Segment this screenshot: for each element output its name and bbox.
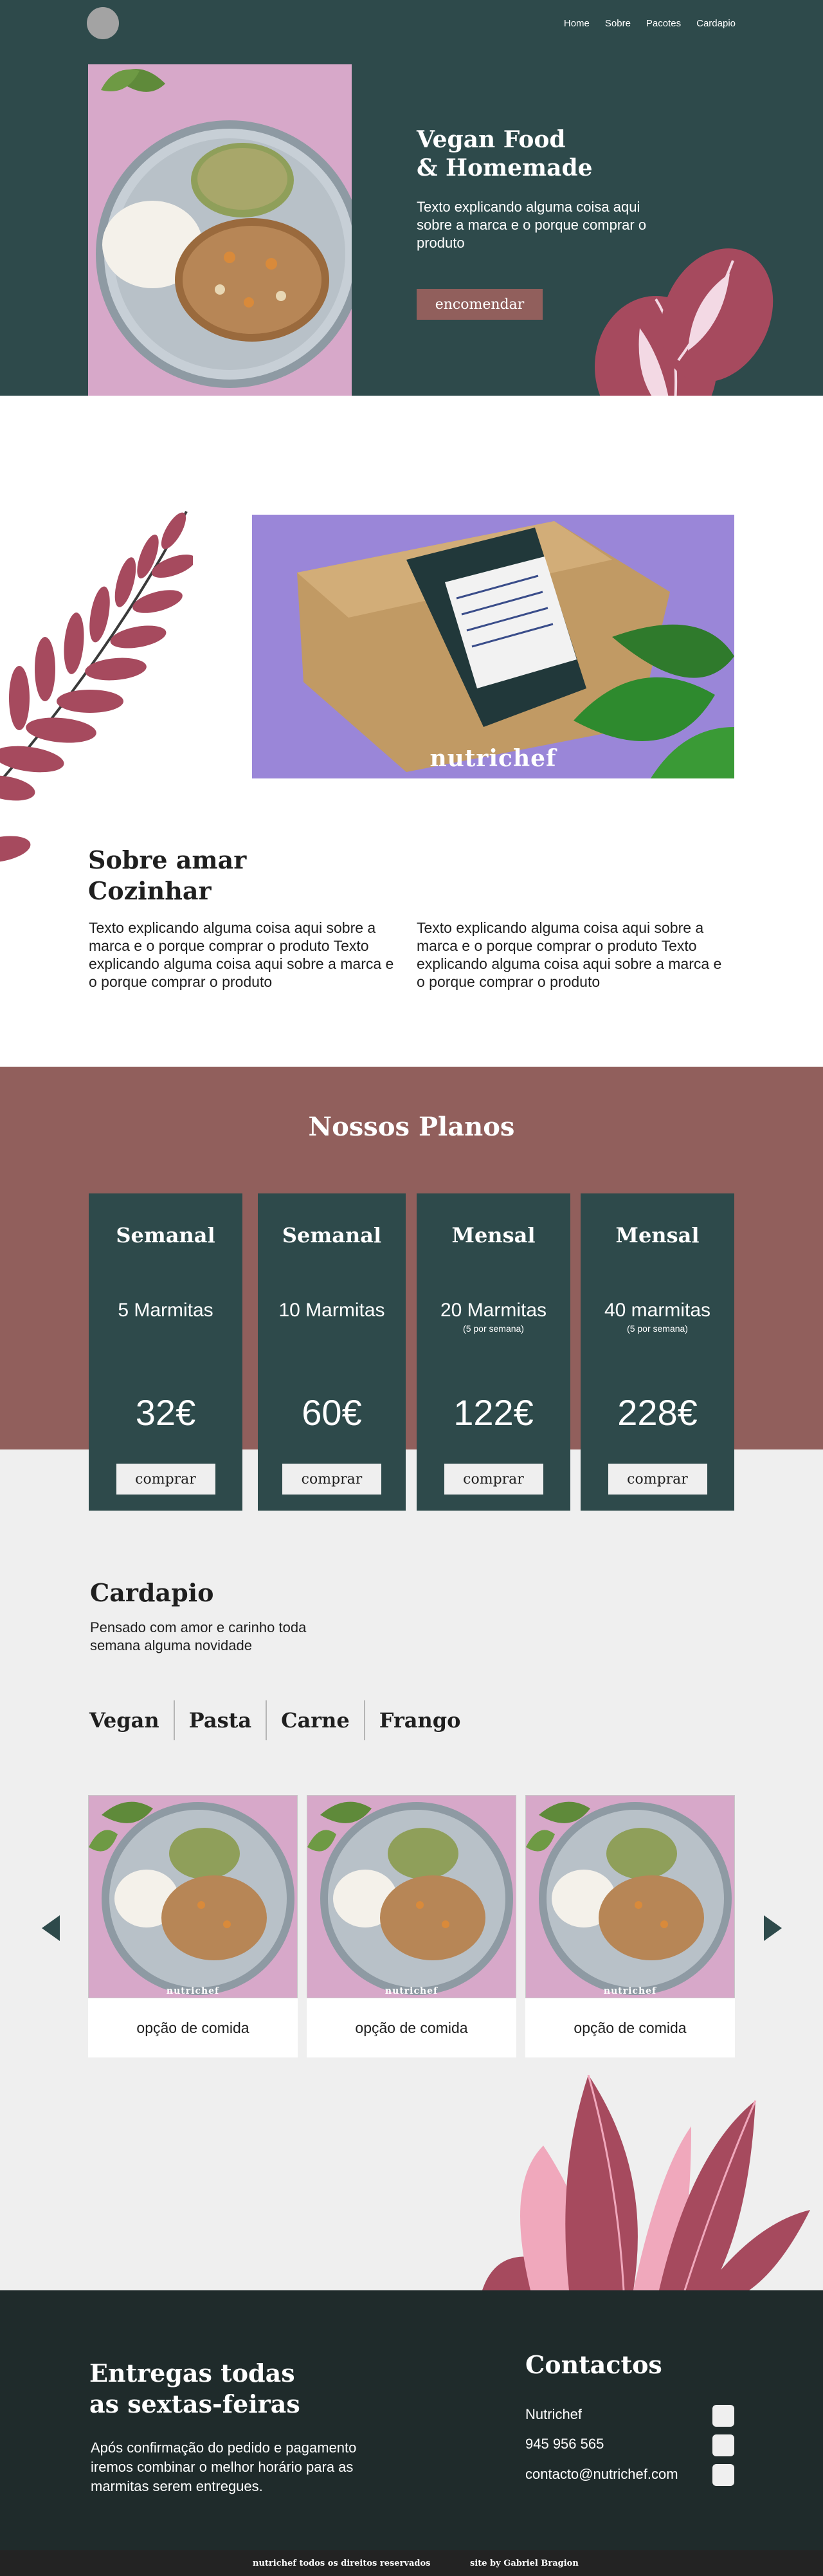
branch-leaves-illustration bbox=[0, 511, 193, 863]
delivery-title-line2: as sextas-feiras bbox=[89, 2389, 300, 2418]
takeaway-box-illustration bbox=[252, 515, 734, 778]
plan-price: 122€ bbox=[453, 1392, 534, 1433]
plant-leaves-illustration bbox=[482, 2075, 810, 2290]
plan-card: Semanal 5 Marmitas 32€ comprar bbox=[89, 1193, 242, 1511]
nav-sobre[interactable]: Sobre bbox=[605, 18, 631, 29]
hero-title-line1: Vegan Food bbox=[417, 126, 566, 153]
social-icon[interactable] bbox=[712, 2405, 734, 2427]
logo[interactable] bbox=[87, 7, 119, 39]
food-card-label: opção de comida bbox=[88, 1998, 298, 2057]
tab-vegan[interactable]: Vegan bbox=[88, 1700, 174, 1740]
comprar-button[interactable]: comprar bbox=[116, 1464, 215, 1495]
about-title: Sobre amar Cozinhar bbox=[88, 845, 320, 906]
hero-title: Vegan Food & Homemade bbox=[417, 125, 674, 182]
nav-cardapio[interactable]: Cardapio bbox=[696, 18, 736, 29]
footer-section bbox=[0, 2290, 823, 2550]
plan-quantity: 20 Marmitas bbox=[440, 1300, 547, 1321]
food-card-label: opção de comida bbox=[307, 1998, 516, 2057]
packaging-photo: nutrichef bbox=[252, 515, 734, 778]
plans-title: Nossos Planos bbox=[308, 1112, 515, 1142]
contacts-title: Contactos bbox=[525, 2350, 662, 2379]
top-nav: Home Sobre Pacotes Cardapio bbox=[564, 18, 736, 29]
food-card[interactable]: nutrichef opção de comida bbox=[88, 1795, 298, 2057]
hero-title-line2: & Homemade bbox=[417, 154, 593, 181]
about-title-line1: Sobre amar bbox=[88, 845, 247, 874]
plan-card: Mensal 40 marmitas (5 por semana) 228€ c… bbox=[581, 1193, 734, 1511]
contact-email[interactable]: contacto@nutrichef.com bbox=[525, 2466, 678, 2483]
comprar-button[interactable]: comprar bbox=[608, 1464, 707, 1495]
plan-price: 228€ bbox=[617, 1392, 698, 1433]
delivery-title-line1: Entregas todas bbox=[89, 2359, 295, 2387]
plan-card: Semanal 10 Marmitas 60€ comprar bbox=[258, 1193, 406, 1511]
comprar-button[interactable]: comprar bbox=[444, 1464, 543, 1495]
plan-note: (5 por semana) bbox=[463, 1323, 524, 1334]
photo-brand-label: nutrichef bbox=[384, 1986, 439, 1996]
plan-name: Mensal bbox=[615, 1223, 700, 1247]
photo-brand-label: nutrichef bbox=[430, 745, 557, 772]
plan-name: Semanal bbox=[116, 1223, 215, 1247]
copyright-text: nutrichef todos os direitos reservados bbox=[253, 2559, 431, 2568]
photo-brand-label: nutrichef bbox=[166, 1986, 220, 1996]
plan-note: (5 por semana) bbox=[627, 1323, 688, 1334]
food-photo: nutrichef bbox=[525, 1795, 735, 1998]
plan-price: 32€ bbox=[135, 1392, 196, 1433]
menu-title: Cardapio bbox=[90, 1578, 214, 1607]
mail-icon[interactable] bbox=[712, 2464, 734, 2486]
plan-price: 60€ bbox=[302, 1392, 362, 1433]
delivery-title: Entregas todas as sextas-feiras bbox=[89, 2358, 347, 2420]
food-plate-illustration bbox=[307, 1796, 516, 1998]
plan-quantity: 40 marmitas bbox=[604, 1300, 711, 1321]
encomendar-button[interactable]: encomendar bbox=[417, 289, 543, 320]
comprar-button[interactable]: comprar bbox=[282, 1464, 381, 1495]
contact-phone[interactable]: 945 956 565 bbox=[525, 2436, 604, 2452]
carousel-next-icon[interactable] bbox=[764, 1915, 782, 1941]
food-card[interactable]: nutrichef opção de comida bbox=[525, 1795, 735, 2057]
food-photo: nutrichef bbox=[88, 1795, 298, 1998]
food-plate-illustration bbox=[89, 1796, 297, 1998]
about-text-left: Texto explicando alguma coisa aqui sobre… bbox=[89, 919, 394, 990]
tab-pasta[interactable]: Pasta bbox=[173, 1700, 266, 1740]
carousel-prev-icon[interactable] bbox=[42, 1915, 60, 1941]
plan-name: Semanal bbox=[282, 1223, 382, 1247]
tab-frango[interactable]: Frango bbox=[363, 1700, 475, 1740]
phone-icon[interactable] bbox=[712, 2434, 734, 2456]
nav-pacotes[interactable]: Pacotes bbox=[646, 18, 681, 29]
tab-carne[interactable]: Carne bbox=[266, 1700, 364, 1740]
menu-subtitle: Pensado com amor e carinho toda semana a… bbox=[90, 1619, 307, 1653]
about-title-line2: Cozinhar bbox=[88, 876, 212, 905]
photo-brand-label: nutrichef bbox=[603, 1986, 657, 1996]
about-text-right: Texto explicando alguma coisa aqui sobre… bbox=[417, 919, 722, 990]
credit-text: site by Gabriel Bragion bbox=[470, 2559, 579, 2568]
plan-quantity: 5 Marmitas bbox=[118, 1300, 213, 1321]
menu-tabs: Vegan Pasta Carne Frango bbox=[88, 1700, 475, 1740]
copyright-bar: nutrichef todos os direitos reservados s… bbox=[0, 2550, 823, 2576]
nav-home[interactable]: Home bbox=[564, 18, 590, 29]
food-card-label: opção de comida bbox=[525, 1998, 735, 2057]
plan-quantity: 10 Marmitas bbox=[278, 1300, 385, 1321]
plan-name: Mensal bbox=[451, 1223, 536, 1247]
delivery-text: Após confirmação do pedido e pagamento i… bbox=[91, 2440, 357, 2494]
plan-card: Mensal 20 Marmitas (5 por semana) 122€ c… bbox=[417, 1193, 570, 1511]
food-plate-illustration bbox=[526, 1796, 734, 1998]
food-photo: nutrichef bbox=[307, 1795, 516, 1998]
contact-name: Nutrichef bbox=[525, 2406, 583, 2422]
food-card[interactable]: nutrichef opção de comida bbox=[307, 1795, 516, 2057]
